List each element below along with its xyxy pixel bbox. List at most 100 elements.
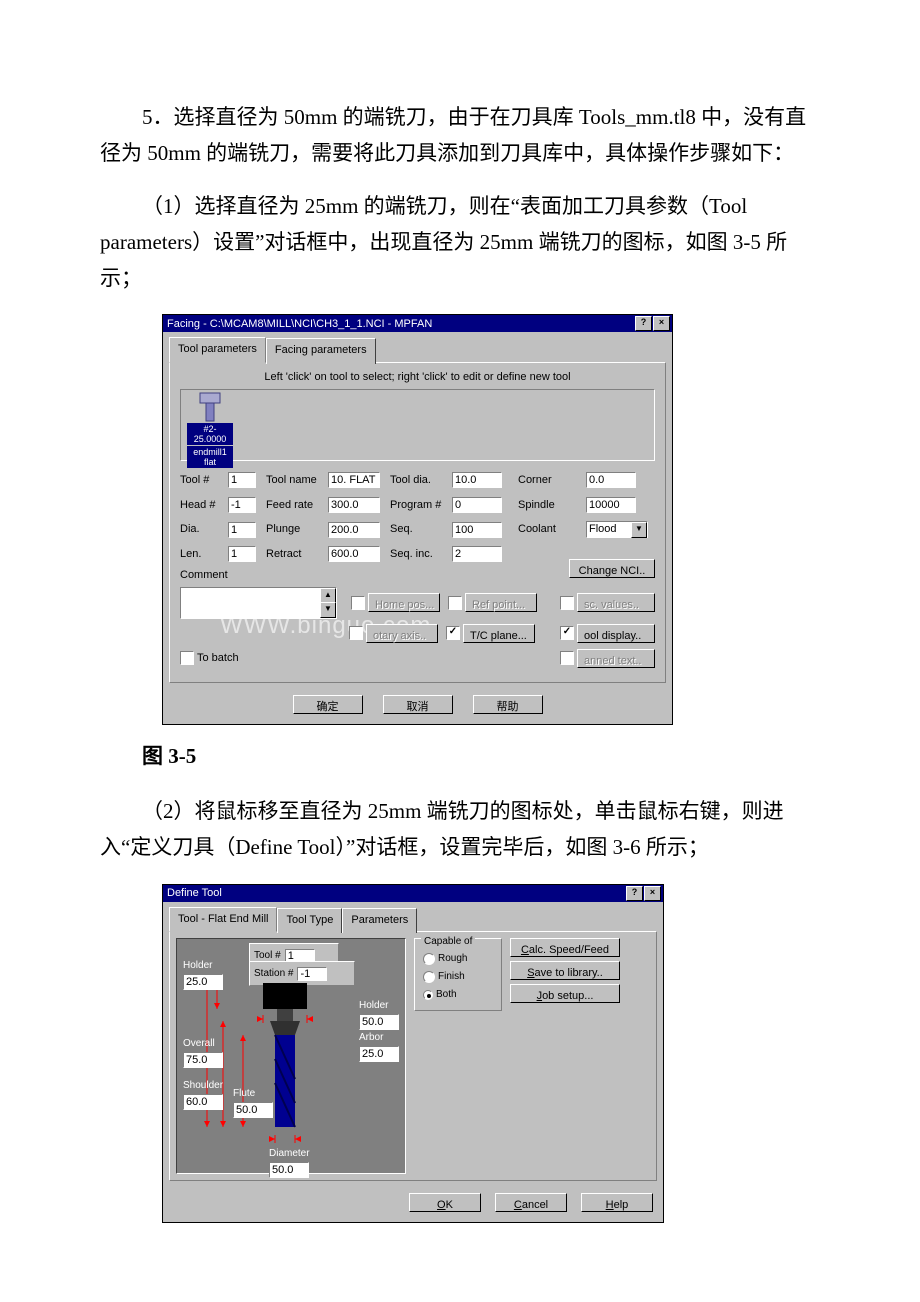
help-icon[interactable]: ? (626, 886, 643, 901)
label-spindle: Spindle (512, 496, 572, 515)
label-arbor: Arbor (359, 1029, 399, 1046)
input-arbor[interactable] (359, 1046, 399, 1062)
checkbox-ool-display[interactable]: ✓ (560, 626, 574, 640)
help-button[interactable]: 帮助 (473, 695, 543, 714)
close-icon[interactable]: × (644, 886, 661, 901)
input-tool-no[interactable] (228, 472, 256, 488)
input-holder[interactable] (183, 974, 223, 990)
radio-rough-label: Rough (438, 953, 467, 964)
label-plunge: Plunge (266, 520, 328, 539)
tab-facing-parameters[interactable]: Facing parameters (266, 338, 376, 364)
hint-text: Left 'click' on tool to select; right 'c… (180, 368, 655, 387)
help-icon[interactable]: ? (635, 316, 652, 331)
input-retract[interactable] (328, 546, 380, 562)
define-tool-dialog: Define Tool ? × Tool - Flat End Mill Too… (162, 884, 664, 1224)
input-spindle[interactable] (586, 497, 636, 513)
label-holder: Holder (183, 957, 223, 974)
figure-caption-35: 图 3-5 (100, 739, 820, 775)
label-retract: Retract (266, 545, 328, 564)
sc-values-button: sc. values.. (577, 593, 655, 612)
input-feed-rate[interactable] (328, 497, 380, 513)
checkbox-home-pos[interactable] (351, 596, 365, 610)
ok-button[interactable]: 确定 (293, 695, 363, 714)
input-seq[interactable] (452, 522, 502, 538)
scroll-down-icon[interactable]: ▼ (320, 602, 336, 618)
input-head-no[interactable] (228, 497, 256, 513)
rotary-axis-button: otary axis.. (366, 624, 438, 643)
label-coolant: Coolant (512, 520, 572, 539)
paragraph-2: （1）选择直径为 25mm 的端铣刀，则在“表面加工刀具参数（Tool para… (100, 189, 820, 296)
tool-icon-endmill[interactable]: #2- 25.0000 endmill1 flat (187, 392, 233, 468)
tab-tool-parameters[interactable]: Tool parameters (169, 337, 266, 363)
label-head-no: Head # (180, 496, 228, 515)
input-tool-name[interactable] (328, 472, 380, 488)
capable-group: Rough Finish Both (414, 938, 502, 1011)
ref-point-button: Ref point... (465, 593, 537, 612)
radio-both-label: Both (436, 989, 457, 1000)
checkbox-ref-point[interactable] (448, 596, 462, 610)
input-program-no[interactable] (452, 497, 502, 513)
label-tool-dia: Tool dia. (390, 471, 452, 490)
paragraph-1: 5．选择直径为 50mm 的端铣刀，由于在刀具库 Tools_mm.tl8 中，… (100, 100, 820, 171)
input-plunge[interactable] (328, 522, 380, 538)
tab-tool-type[interactable]: Tool Type (277, 908, 342, 934)
calc-speed-feed-button[interactable]: CCalc. Speed/Feedalc. Speed/Feed (510, 938, 620, 957)
tool-parameters-dialog: Facing - C:\MCAM8\MILL\NCI\CH3_1_1.NCI -… (162, 314, 673, 724)
label-feed-rate: Feed rate (266, 496, 328, 515)
cancel-button[interactable]: CancelCancel (495, 1193, 567, 1212)
ool-display-button[interactable]: ool display.. (577, 624, 655, 643)
label-seq: Seq. (390, 520, 452, 539)
checkbox-anned-text[interactable] (560, 651, 574, 665)
label-holder-dia: Holder (359, 997, 399, 1014)
radio-both[interactable]: Both (423, 986, 493, 1003)
select-coolant-value: Flood (587, 520, 631, 539)
checkbox-tc-plane[interactable]: ✓ (446, 626, 460, 640)
label-shoulder: Shoulder (183, 1077, 223, 1094)
label-corner: Corner (512, 471, 572, 490)
home-pos-button: Home pos... (368, 593, 440, 612)
select-coolant[interactable]: Flood ▼ (586, 521, 648, 538)
tab-parameters[interactable]: Parameters (342, 908, 417, 934)
job-setup-button[interactable]: Job setup...Job setup... (510, 984, 620, 1003)
cancel-button[interactable]: 取消 (383, 695, 453, 714)
checkbox-rotary-axis[interactable] (349, 626, 363, 640)
input-diameter[interactable] (269, 1162, 309, 1178)
tool-icon-label-1: #2- 25.0000 (187, 423, 233, 445)
label-program-no: Program # (390, 496, 452, 515)
input-overall[interactable] (183, 1052, 223, 1068)
label-overall: Overall (183, 1035, 223, 1052)
label-flute: Flute (233, 1085, 273, 1102)
tc-plane-button[interactable]: T/C plane... (463, 624, 535, 643)
paragraph-3: （2）将鼠标移至直径为 25mm 端铣刀的图标处，单击鼠标右键，则进入“定义刀具… (100, 794, 820, 865)
checkbox-to-batch[interactable] (180, 651, 194, 665)
dialog-title: Facing - C:\MCAM8\MILL\NCI\CH3_1_1.NCI -… (165, 315, 634, 334)
label-dia: Dia. (180, 520, 228, 539)
help-button[interactable]: HelpHelp (581, 1193, 653, 1212)
radio-finish-label: Finish (438, 971, 465, 982)
input-holder-dia[interactable] (359, 1014, 399, 1030)
input-shoulder[interactable] (183, 1094, 223, 1110)
radio-finish[interactable]: Finish (423, 968, 493, 985)
tool-icon-label-2: endmill1 flat (187, 446, 233, 468)
checkbox-sc-values[interactable] (560, 596, 574, 610)
close-icon[interactable]: × (653, 316, 670, 331)
anned-text-button: anned text.. (577, 649, 655, 668)
tool-select-area[interactable]: #2- 25.0000 endmill1 flat (180, 389, 655, 461)
tab-tool-flat-endmill[interactable]: Tool - Flat End Mill (169, 907, 277, 933)
radio-rough[interactable]: Rough (423, 950, 493, 967)
label-seq-inc: Seq. inc. (390, 545, 452, 564)
label-diameter: Diameter (269, 1145, 310, 1162)
chevron-down-icon[interactable]: ▼ (631, 522, 647, 538)
label-len: Len. (180, 545, 228, 564)
label-tool-no: Tool # (180, 471, 228, 490)
input-len[interactable] (228, 546, 256, 562)
input-seq-inc[interactable] (452, 546, 502, 562)
input-flute[interactable] (233, 1102, 273, 1118)
input-dia[interactable] (228, 522, 256, 538)
label-to-batch: To batch (197, 649, 239, 668)
change-nci-button[interactable]: Change NCI.. (569, 559, 655, 578)
save-to-library-button[interactable]: Save to library.. (510, 961, 620, 980)
ok-button[interactable]: OKOK (409, 1193, 481, 1212)
input-tool-dia[interactable] (452, 472, 502, 488)
input-corner[interactable] (586, 472, 636, 488)
